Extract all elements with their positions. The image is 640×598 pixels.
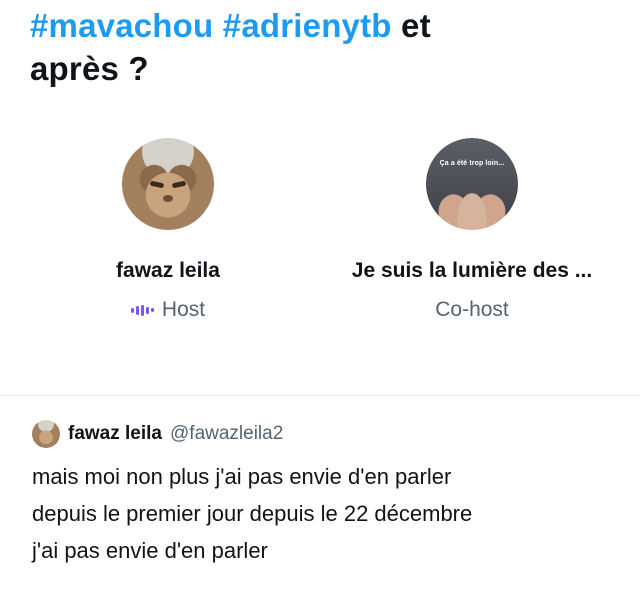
participants-list: fawaz leila Host Ça a été trop loin... J… xyxy=(0,130,640,330)
avatar[interactable] xyxy=(32,420,60,448)
role-label: Co-host xyxy=(435,298,509,321)
tweet-line: j'ai pas envie d'en parler xyxy=(32,538,268,563)
tweet-header: fawaz leila @fawazleila2 xyxy=(32,420,622,448)
audio-bars-icon xyxy=(130,304,154,316)
hashtag-link[interactable]: #mavachou xyxy=(30,7,213,44)
title-text: après ? xyxy=(30,50,149,87)
cat-avatar[interactable] xyxy=(122,138,214,230)
tweet-line: depuis le premier jour depuis le 22 déce… xyxy=(32,501,473,526)
title-text: et xyxy=(401,7,431,44)
avatar-caption: Ça a été trop loin... xyxy=(439,160,505,167)
participant-role: Host xyxy=(18,297,318,323)
participant-name: Je suis la lumière des ... xyxy=(351,259,593,282)
divider xyxy=(0,395,640,396)
tweet[interactable]: fawaz leila @fawazleila2 mais moi non pl… xyxy=(32,420,622,569)
tweet-text: mais moi non plus j'ai pas envie d'en pa… xyxy=(32,458,622,569)
hands-photo-avatar[interactable]: Ça a été trop loin... xyxy=(426,138,518,230)
role-label: Host xyxy=(161,298,206,321)
participant-role: Co-host xyxy=(322,297,622,323)
participant-cohost[interactable]: Ça a été trop loin... Je suis la lumière… xyxy=(322,130,622,323)
space-title: #mavachou #adrienytb et après ? xyxy=(30,4,620,90)
tweet-line: mais moi non plus j'ai pas envie d'en pa… xyxy=(32,464,452,489)
author-handle[interactable]: @fawazleila2 xyxy=(170,423,283,445)
hashtag-link[interactable]: #adrienytb xyxy=(223,7,392,44)
author-name[interactable]: fawaz leila xyxy=(68,423,162,445)
participant-name: fawaz leila xyxy=(116,259,220,282)
participant-host[interactable]: fawaz leila Host xyxy=(18,130,318,323)
